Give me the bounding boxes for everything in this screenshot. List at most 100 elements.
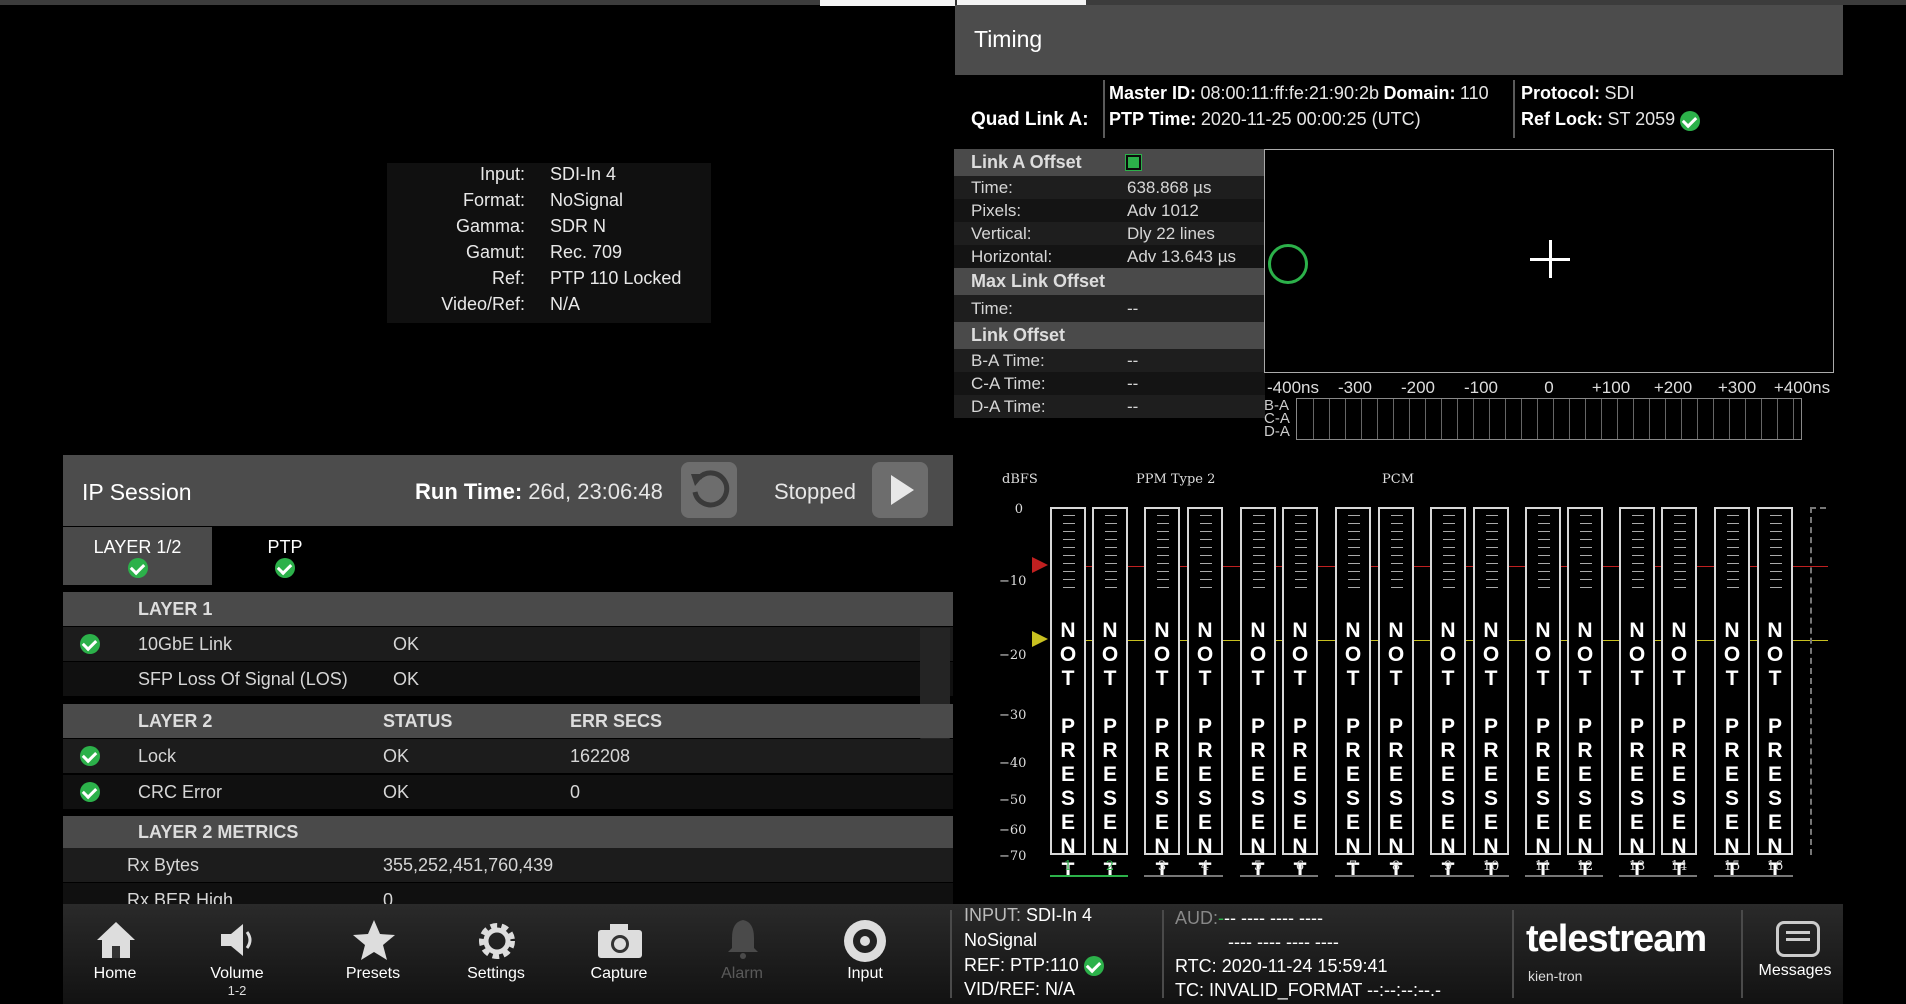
offset-cell-divider	[1697, 399, 1698, 439]
status-audio: AUD:--- ---- ---- ----	[1175, 908, 1323, 928]
meter-segment	[1580, 539, 1592, 540]
master-id: Master ID: 08:00:11:ff:fe:21:90:2b Domai…	[1109, 83, 1489, 103]
meter-segment	[1348, 515, 1360, 516]
offset-cell-divider	[1585, 399, 1586, 439]
table-row[interactable]: Lock OK 162208	[63, 739, 953, 773]
volume-button[interactable]: Volume 1-2	[187, 904, 287, 1004]
scale-tick: +400ns	[1773, 378, 1831, 397]
not-present-label: NOTPRESENT	[1439, 619, 1457, 882]
settings-button[interactable]: Settings	[446, 904, 546, 1004]
offset-row-ba: B-A Time: --	[954, 349, 1265, 372]
meter-segment	[1391, 523, 1403, 524]
meter-segment	[1770, 555, 1782, 556]
home-button[interactable]: Home	[65, 904, 165, 1004]
meter-segment	[1727, 563, 1739, 564]
audio-mode-label: PPM Type 2	[1136, 472, 1216, 487]
test-reference-marker-yellow	[1032, 631, 1048, 647]
meter-segment	[1727, 515, 1739, 516]
scale-tick: +200	[1653, 378, 1693, 397]
reset-button[interactable]	[681, 462, 737, 518]
meter-segment	[1632, 515, 1644, 516]
meter-segment	[1674, 587, 1686, 588]
meter-segment	[1200, 579, 1212, 580]
audio-unit-label: dBFS	[1002, 472, 1038, 487]
scale-tick: -400ns	[1267, 378, 1319, 397]
offset-row-ca: C-A Time: --	[954, 372, 1265, 395]
meter-segment	[1157, 571, 1169, 572]
reference-crosshair-v	[1549, 240, 1552, 278]
meter-segment	[1580, 523, 1592, 524]
capture-button[interactable]: Capture	[569, 904, 669, 1004]
offset-cell-divider	[1745, 399, 1746, 439]
meter-segment	[1486, 547, 1498, 548]
table-row[interactable]: 10GbE Link OK	[63, 627, 953, 661]
meter-segment	[1580, 579, 1592, 580]
meter-segment	[1486, 563, 1498, 564]
meter-segment	[1105, 563, 1117, 564]
meter-segment	[1632, 571, 1644, 572]
table-row[interactable]: CRC Error OK 0	[63, 775, 953, 809]
meter-segment	[1105, 579, 1117, 580]
meter-segment	[1727, 531, 1739, 532]
meter-segment	[1443, 579, 1455, 580]
table-row[interactable]: Rx Bytes 355,252,451,760,439	[63, 848, 953, 882]
db-tick: −60	[999, 823, 1027, 838]
meter-segment	[1105, 547, 1117, 548]
audio-meter-ch9: NOTPRESENT	[1430, 507, 1466, 882]
ref-ok-icon	[1083, 956, 1104, 977]
alarm-button[interactable]: Alarm	[692, 904, 792, 1004]
start-button[interactable]	[872, 462, 928, 518]
meter-segment	[1063, 515, 1075, 516]
audio-meter-ch8: NOTPRESENT	[1378, 507, 1414, 882]
meter-segment	[1253, 579, 1265, 580]
channel-pair-line	[1050, 875, 1128, 877]
table-row[interactable]: Rx BER High 0	[63, 883, 953, 904]
meter-segment	[1063, 571, 1075, 572]
meter-segment	[1486, 587, 1498, 588]
offset-cell-divider	[1345, 399, 1346, 439]
play-icon	[891, 475, 914, 505]
channel-number: 11	[1534, 859, 1552, 874]
info-row-video-ref: Video/Ref: N/A	[441, 294, 581, 314]
messages-button[interactable]: Messages	[1750, 962, 1840, 980]
timing-header[interactable]	[955, 5, 1843, 75]
tab-ptp[interactable]: PTP	[240, 527, 330, 585]
offset-cell-divider	[1409, 399, 1410, 439]
meter-segment	[1200, 555, 1212, 556]
meter-segment	[1391, 539, 1403, 540]
meter-segment	[1391, 555, 1403, 556]
meter-segment	[1443, 547, 1455, 548]
meter-segment	[1105, 571, 1117, 572]
meter-segment	[1200, 563, 1212, 564]
meter-segment	[1253, 555, 1265, 556]
input-button[interactable]: Input	[815, 904, 915, 1004]
offset-cell-divider	[1793, 399, 1794, 439]
star-icon	[353, 920, 395, 960]
not-present-label: NOTPRESENT	[1196, 619, 1214, 882]
meter-segment	[1391, 587, 1403, 588]
meter-segment	[1674, 555, 1686, 556]
presets-button[interactable]: Presets	[323, 904, 423, 1004]
meter-segment	[1200, 515, 1212, 516]
input-icon	[844, 920, 886, 962]
peak-reference-marker-red	[1032, 557, 1048, 573]
bell-icon	[728, 920, 758, 959]
meter-segment	[1580, 547, 1592, 548]
db-tick: −50	[999, 793, 1027, 808]
meter-segment	[1295, 539, 1307, 540]
channel-pair-line	[1335, 875, 1414, 877]
meter-segment	[1105, 555, 1117, 556]
channel-pair-line	[1144, 875, 1223, 877]
channel-number: 16	[1766, 859, 1784, 874]
ptp-time: PTP Time: 2020-11-25 00:00:25 (UTC)	[1109, 109, 1421, 129]
tab-layer-1-2[interactable]: LAYER 1/2	[63, 527, 212, 585]
meter-segment	[1727, 539, 1739, 540]
layer-ok-icon	[127, 558, 148, 578]
meter-segment	[1348, 547, 1360, 548]
gear-icon	[479, 923, 515, 959]
meter-segment	[1348, 571, 1360, 572]
info-row-gamut: Gamut: Rec. 709	[465, 242, 623, 262]
ref-lock-ok-icon	[1679, 110, 1700, 131]
table-row[interactable]: SFP Loss Of Signal (LOS) OK	[63, 662, 953, 696]
meter-segment	[1295, 587, 1307, 588]
